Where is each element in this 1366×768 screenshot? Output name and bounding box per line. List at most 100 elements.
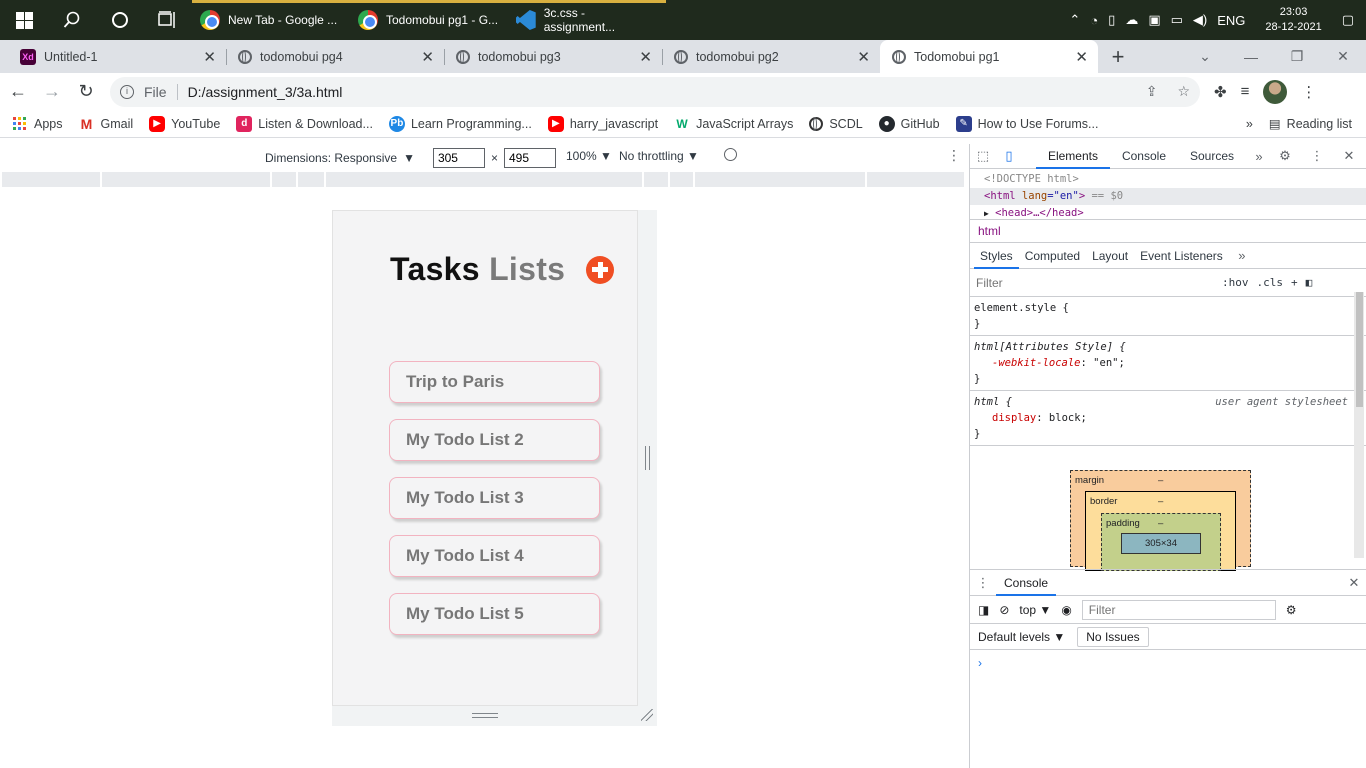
clock[interactable]: 23:03 28-12-2021 xyxy=(1265,5,1321,35)
tab-search-icon[interactable]: ⌄ xyxy=(1182,40,1228,73)
list-item[interactable]: Trip to Paris xyxy=(389,361,600,403)
console-settings-icon[interactable]: ⚙ xyxy=(1286,603,1297,617)
resize-handle-horizontal[interactable] xyxy=(472,713,498,718)
bookmark-learn-programming[interactable]: Pb Learn Programming... xyxy=(388,115,532,132)
dom-head-node[interactable]: ▶ <head>…</head> xyxy=(970,205,1366,222)
issues-button[interactable]: No Issues xyxy=(1077,626,1149,647)
list-item[interactable]: My Todo List 4 xyxy=(389,535,600,577)
close-icon[interactable]: ✕ xyxy=(639,48,652,66)
list-item[interactable]: My Todo List 5 xyxy=(389,593,600,635)
language-indicator[interactable]: ENG xyxy=(1217,13,1245,28)
dom-doctype[interactable]: <!DOCTYPE html> xyxy=(970,171,1366,188)
tab-event-listeners[interactable]: Event Listeners xyxy=(1134,243,1229,269)
sidebar-toggle-icon[interactable]: ◧ xyxy=(1306,276,1313,289)
bookmark-star-icon[interactable]: ☆ xyxy=(1177,83,1190,100)
style-rule-html[interactable]: html { user agent stylesheet display: bl… xyxy=(970,391,1366,446)
tab-sources[interactable]: Sources xyxy=(1178,144,1246,169)
battery-icon[interactable]: ▭ xyxy=(1171,12,1183,28)
media-icon[interactable]: ≡ xyxy=(1241,83,1250,100)
window-close-icon[interactable]: ✕ xyxy=(1320,40,1366,73)
new-tab-button[interactable]: + xyxy=(1098,40,1138,73)
hover-state-toggle[interactable]: :hov xyxy=(1222,276,1249,289)
taskbar-app-chrome-todomobui[interactable]: Todomobui pg1 - G... xyxy=(350,0,508,40)
url-text[interactable]: D:/assignment_3/3a.html xyxy=(188,84,343,100)
info-icon[interactable]: i xyxy=(120,84,134,99)
tab-styles[interactable]: Styles xyxy=(974,243,1019,269)
tab-todomobui-pg1[interactable]: Todomobui pg1 ✕ xyxy=(880,40,1098,73)
bookmark-harry-javascript[interactable]: ▶ harry_javascript xyxy=(547,115,658,132)
tab-layout[interactable]: Layout xyxy=(1086,243,1134,269)
add-rule-icon[interactable]: + xyxy=(1291,276,1298,289)
tab-elements[interactable]: Elements xyxy=(1035,144,1110,169)
list-item[interactable]: My Todo List 2 xyxy=(389,419,600,461)
context-select[interactable]: top ▼ xyxy=(1019,603,1051,617)
bookmark-gmail[interactable]: M Gmail xyxy=(79,116,134,132)
back-icon[interactable]: ← xyxy=(2,76,34,108)
bookmark-forums[interactable]: ✎ How to Use Forums... xyxy=(955,115,1098,132)
windows-start-icon[interactable] xyxy=(0,0,48,40)
taskbar-app-chrome-newtab[interactable]: New Tab - Google ... xyxy=(192,0,350,40)
volume-icon[interactable]: ◀) xyxy=(1193,12,1207,28)
resize-handle-vertical[interactable] xyxy=(645,446,650,470)
clear-console-icon[interactable]: ⊘ xyxy=(999,603,1009,617)
sidebar-toggle-icon[interactable]: ◨ xyxy=(978,603,989,617)
inspect-icon[interactable]: ⬚ xyxy=(970,148,996,164)
reload-icon[interactable]: ↻ xyxy=(70,76,102,108)
add-list-button[interactable] xyxy=(586,255,615,284)
expand-arrow-icon[interactable]: ▶ xyxy=(984,209,989,218)
zoom-select[interactable]: 100% ▼ xyxy=(566,149,612,163)
throttle-select[interactable]: No throttling ▼ xyxy=(619,149,699,163)
close-icon[interactable]: ✕ xyxy=(421,48,434,66)
drawer-menu-icon[interactable]: ⋮ xyxy=(970,575,996,591)
styles-filter-input[interactable] xyxy=(976,275,1212,290)
phone-icon[interactable]: ▯ xyxy=(1108,12,1115,28)
display-icon[interactable]: ▣ xyxy=(1148,12,1160,28)
media-query-ruler[interactable] xyxy=(2,172,966,187)
forward-icon[interactable]: → xyxy=(36,76,68,108)
minimize-icon[interactable]: — xyxy=(1228,40,1274,73)
cloud-icon[interactable]: ☁ xyxy=(1125,12,1138,28)
more-bookmarks-icon[interactable]: » xyxy=(1246,117,1253,131)
customize-icon[interactable]: ⋮ xyxy=(1304,148,1330,164)
taskbar-app-vscode[interactable]: 3c.css - assignment... xyxy=(508,0,666,40)
tab-computed[interactable]: Computed xyxy=(1019,243,1086,269)
more-tabs-icon[interactable]: » xyxy=(1229,248,1255,263)
rotate-icon[interactable] xyxy=(724,148,737,161)
restore-icon[interactable]: ❐ xyxy=(1274,40,1320,73)
list-item[interactable]: My Todo List 3 xyxy=(389,477,600,519)
style-rule-element[interactable]: element.style { } xyxy=(970,297,1366,336)
dimensions-select[interactable]: Dimensions: Responsive xyxy=(265,151,397,165)
avatar[interactable] xyxy=(1263,79,1288,104)
notification-icon[interactable]: ▢ xyxy=(1342,12,1354,28)
tab-todomobui-pg4[interactable]: todomobui pg4 ✕ xyxy=(226,40,444,73)
address-bar[interactable]: i File D:/assignment_3/3a.html ⇪ ☆ xyxy=(110,76,1200,107)
tab-console-drawer[interactable]: Console xyxy=(996,570,1057,596)
tab-todomobui-pg3[interactable]: todomobui pg3 ✕ xyxy=(444,40,662,73)
device-toggle-icon[interactable]: ▯ xyxy=(996,148,1022,164)
share-icon[interactable]: ⇪ xyxy=(1146,83,1158,100)
close-drawer-icon[interactable]: ✕ xyxy=(1341,575,1366,591)
close-icon[interactable]: ✕ xyxy=(857,48,870,66)
bookmark-github[interactable]: ● GitHub xyxy=(878,115,940,132)
bookmark-apps[interactable]: Apps xyxy=(12,116,63,132)
cortana-icon[interactable] xyxy=(96,0,144,40)
close-icon[interactable]: ✕ xyxy=(1075,48,1088,66)
more-options-icon[interactable]: ⋮ xyxy=(947,147,961,164)
breadcrumb[interactable]: html xyxy=(970,219,1366,243)
tab-untitled-1[interactable]: Xd Untitled-1 ✕ xyxy=(8,40,226,73)
task-view-icon[interactable] xyxy=(144,0,192,40)
eye-icon[interactable]: ◉ xyxy=(1061,603,1071,617)
close-icon[interactable]: ✕ xyxy=(203,48,216,66)
bookmark-scdl[interactable]: SCDL xyxy=(809,116,863,131)
style-rule-attributes[interactable]: html[Attributes Style] { -webkit-locale:… xyxy=(970,336,1366,391)
chevron-up-icon[interactable]: ⌃ xyxy=(1069,12,1080,28)
wifi-icon[interactable]: ◔ xyxy=(1090,13,1098,28)
bookmark-javascript-arrays[interactable]: W JavaScript Arrays xyxy=(674,116,793,132)
menu-icon[interactable]: ⋮ xyxy=(1301,83,1316,101)
reading-list-button[interactable]: ▤ Reading list xyxy=(1269,116,1352,132)
styles-scrollbar[interactable] xyxy=(1354,292,1364,558)
settings-icon[interactable]: ⚙ xyxy=(1272,148,1298,164)
bookmark-listen-download[interactable]: d Listen & Download... xyxy=(236,115,373,132)
more-tabs-icon[interactable]: » xyxy=(1246,149,1272,164)
bookmark-youtube[interactable]: ▶ YouTube xyxy=(149,115,220,132)
